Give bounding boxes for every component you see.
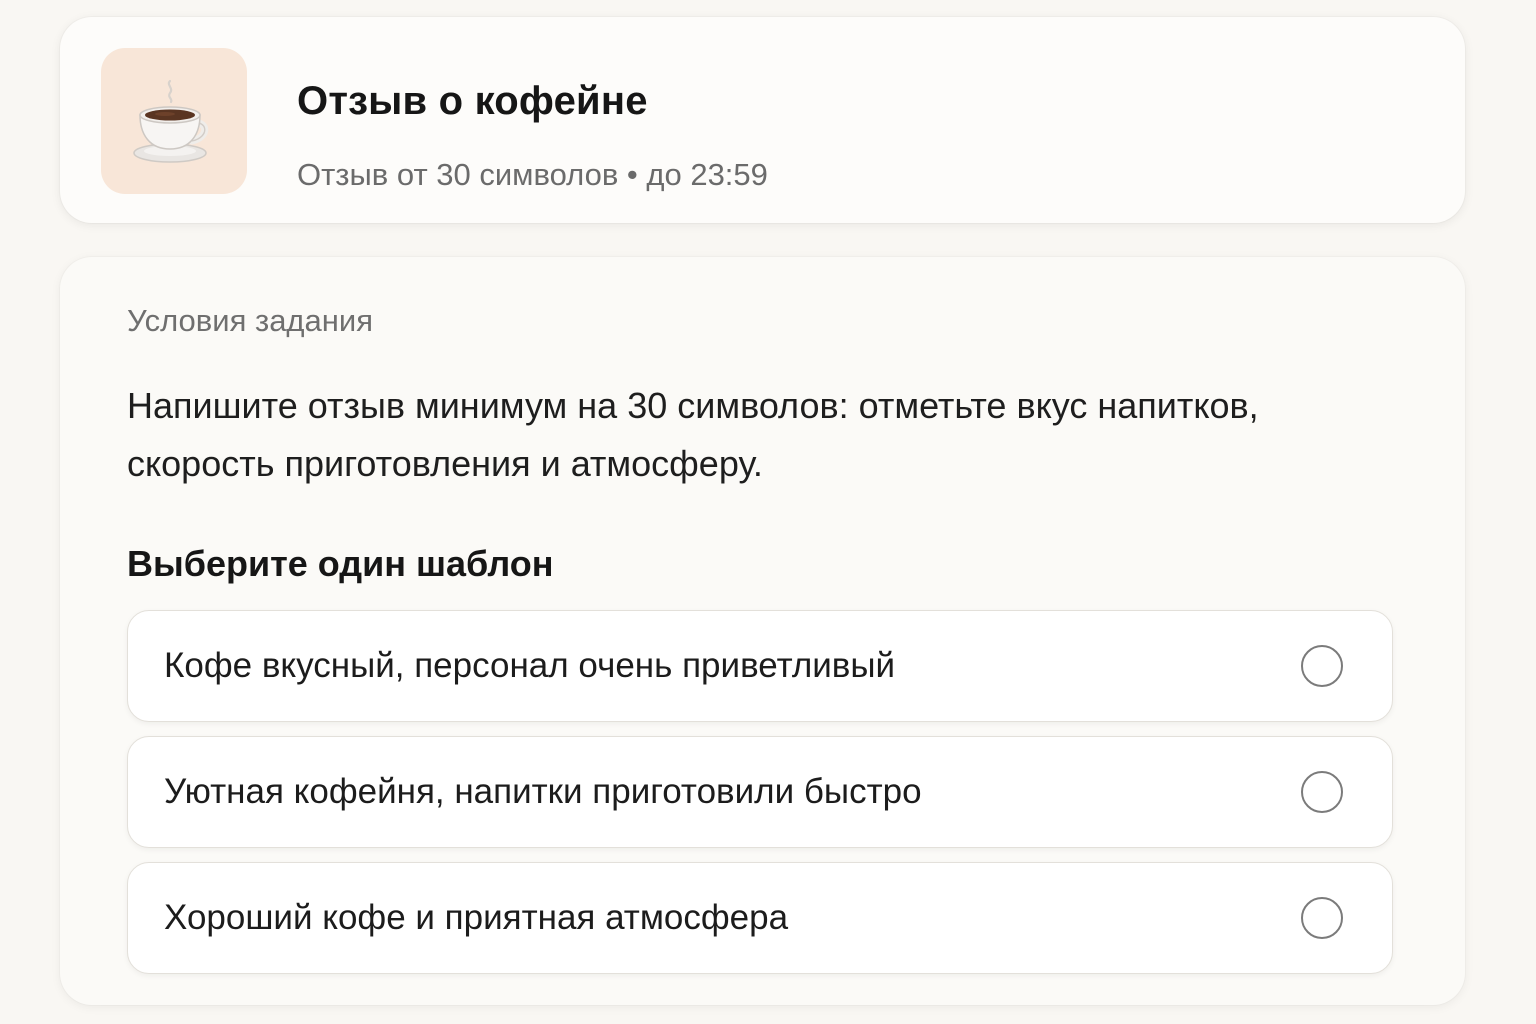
template-option[interactable]: Кофе вкусный, персонал очень приветливый	[127, 610, 1393, 722]
task-description: Напишите отзыв минимум на 30 символов: о…	[127, 385, 1259, 484]
radio-button[interactable]	[1301, 897, 1343, 939]
page-subtitle: Отзыв от 30 символов • до 23:59	[297, 157, 768, 192]
option-label: Уютная кофейня, напитки приготовили быст…	[164, 772, 922, 811]
radio-button[interactable]	[1301, 771, 1343, 813]
task-card: Условия задания Напишите отзыв минимум н…	[60, 257, 1465, 1005]
option-label: Кофе вкусный, персонал очень приветливый	[164, 646, 896, 685]
radio-button[interactable]	[1301, 645, 1343, 687]
section-label: Условия задания	[127, 303, 373, 338]
app-icon-tile	[101, 48, 247, 194]
template-option[interactable]: Хороший кофе и приятная атмосфера	[127, 862, 1393, 974]
page: Отзыв о кофейне Отзыв от 30 символов • д…	[0, 0, 1536, 1024]
choose-template-heading: Выберите один шаблон	[127, 543, 554, 584]
option-label: Хороший кофе и приятная атмосфера	[164, 898, 789, 937]
template-option[interactable]: Уютная кофейня, напитки приготовили быст…	[127, 736, 1393, 848]
template-options: Кофе вкусный, персонал очень приветливый…	[127, 610, 1393, 988]
header-card: Отзыв о кофейне Отзыв от 30 символов • д…	[60, 17, 1465, 223]
coffee-cup-icon	[133, 79, 209, 163]
page-title: Отзыв о кофейне	[297, 79, 648, 123]
